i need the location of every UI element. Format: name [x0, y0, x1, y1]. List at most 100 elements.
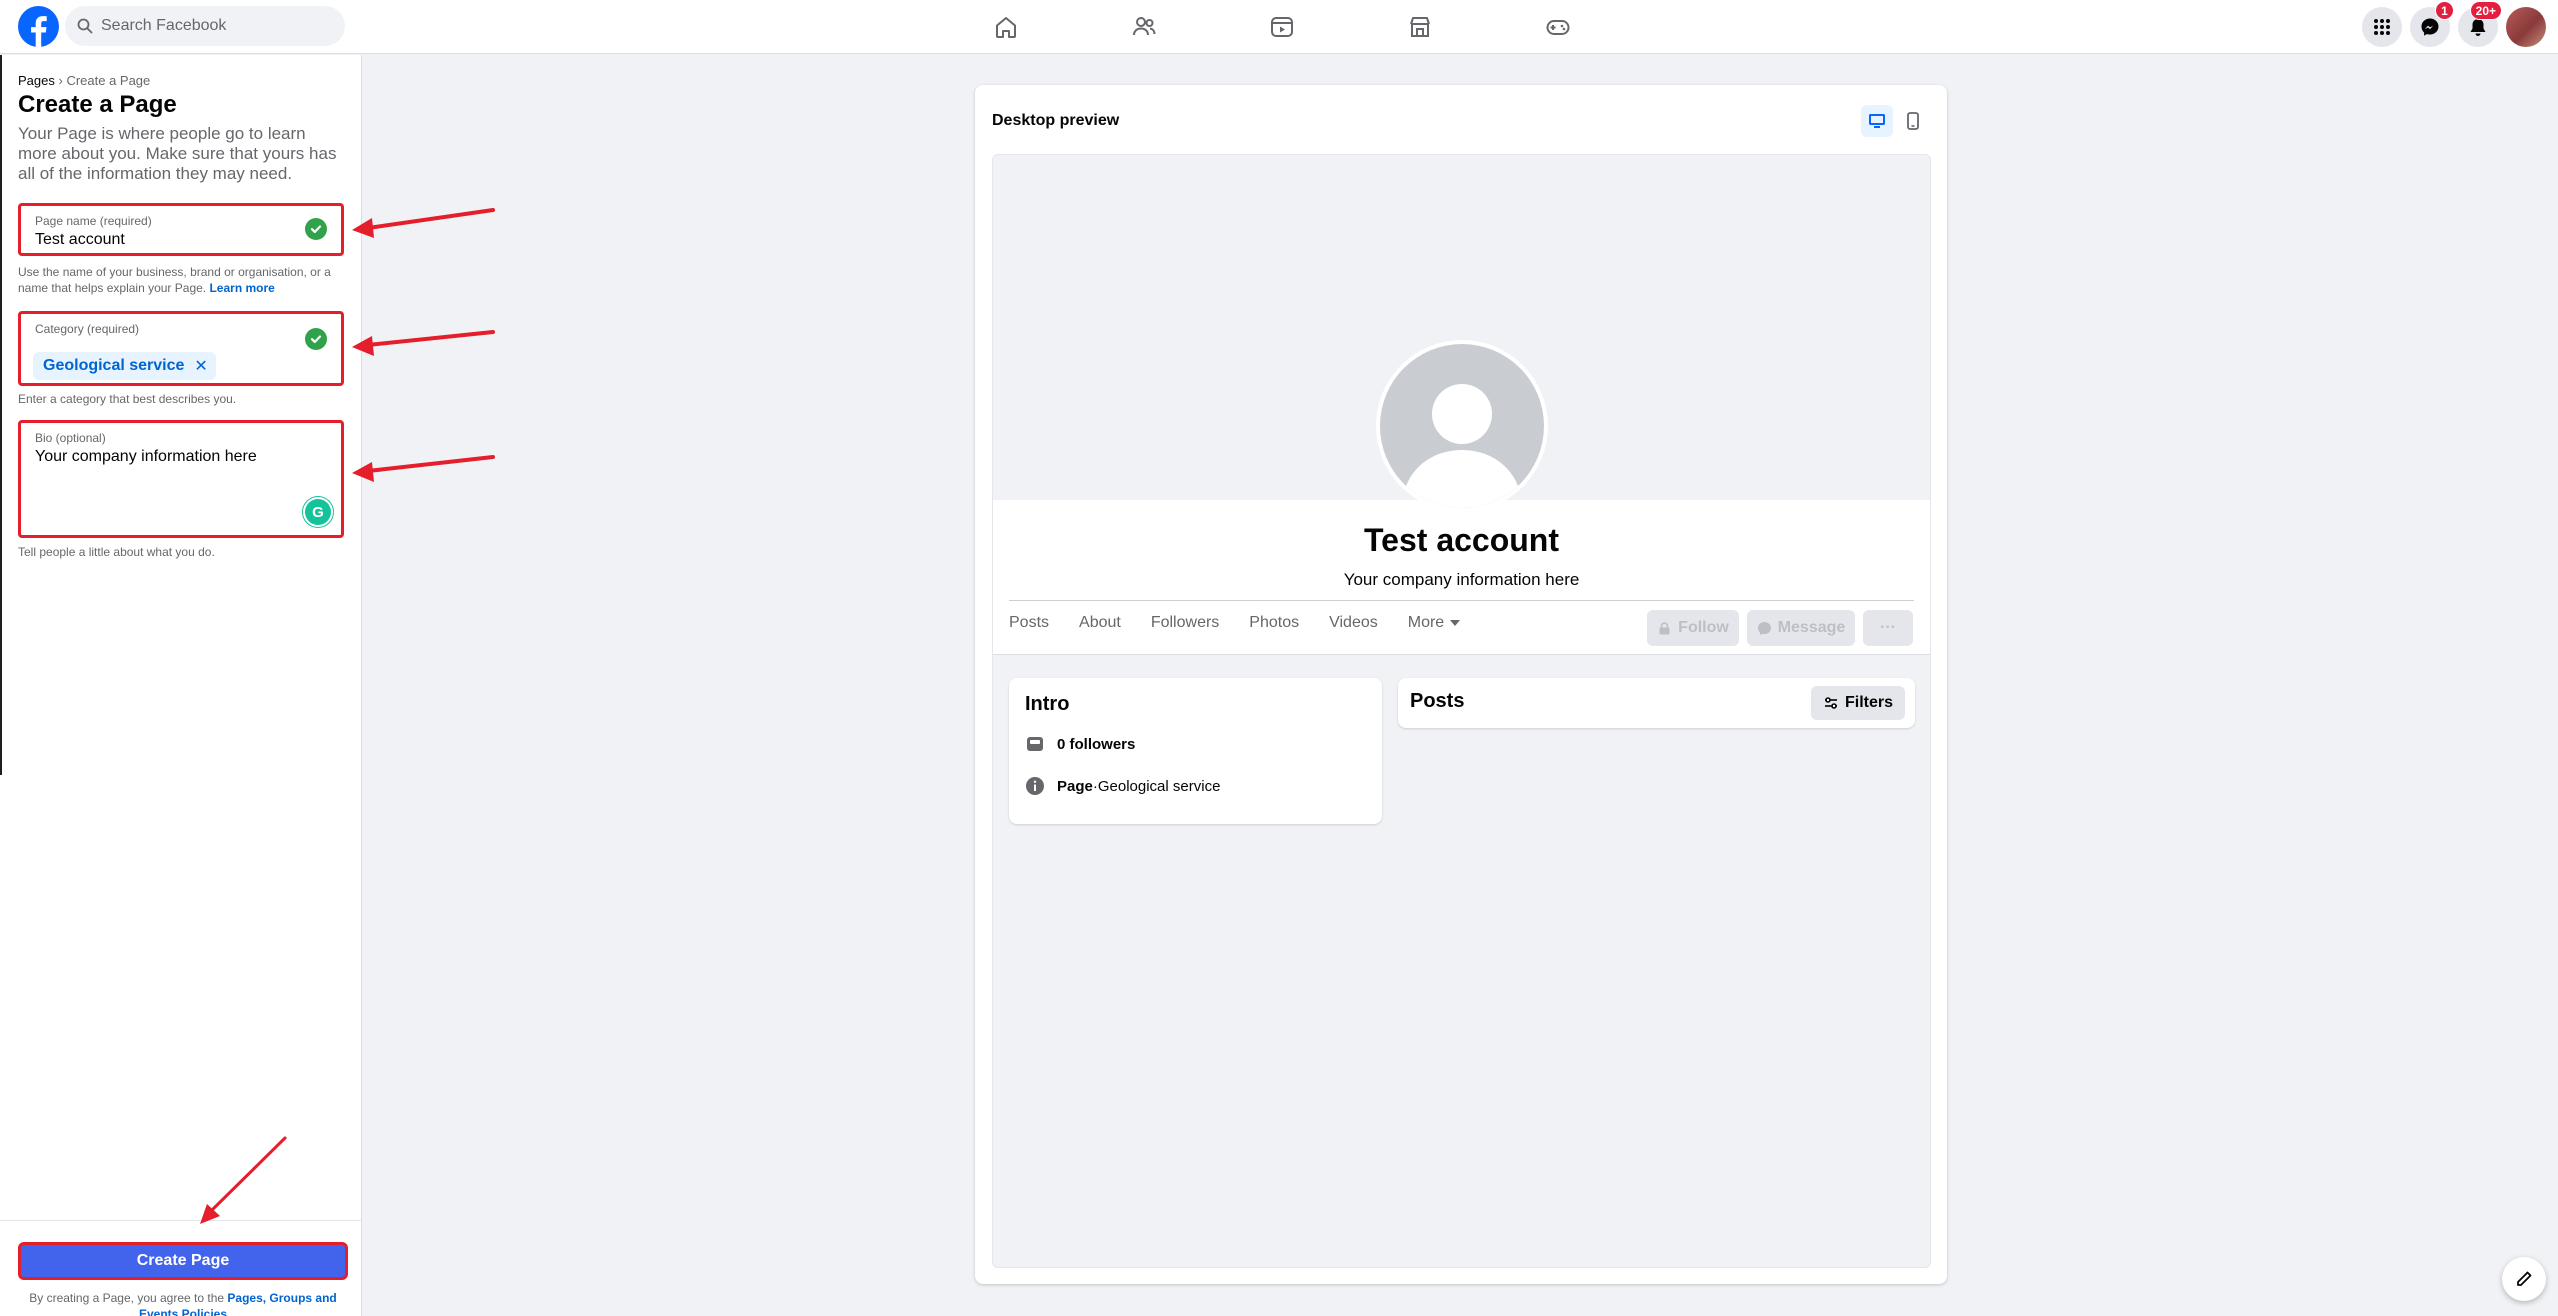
category-field[interactable]: Category (required) Geological service ✕	[18, 311, 344, 386]
edit-icon	[2517, 1271, 2532, 1286]
filters-icon	[1824, 697, 1837, 709]
bell-icon	[2470, 19, 2486, 36]
video-icon	[1271, 17, 1293, 37]
tab-followers[interactable]: Followers	[1151, 614, 1219, 632]
category-label: Category (required)	[35, 322, 140, 336]
category-chip-label: Geological service	[43, 357, 185, 374]
follow-label: Follow	[1678, 619, 1729, 636]
remove-category-button[interactable]: ✕	[194, 356, 207, 376]
intro-card: Intro 0 followers Page · Geological serv…	[1009, 678, 1382, 824]
mobile-icon	[1907, 112, 1919, 130]
posts-title: Posts	[1410, 690, 1465, 712]
messenger-icon	[1757, 621, 1771, 635]
page-name-input[interactable]	[35, 231, 285, 249]
chevron-down-icon	[1450, 620, 1461, 626]
desktop-preview-toggle[interactable]	[1861, 105, 1893, 137]
desktop-preview-card: Desktop preview Test account Your compan…	[975, 85, 1947, 1284]
profile-tabs: Posts About Followers Photos Videos More	[1009, 614, 1490, 632]
profile-header: Test account Your company information he…	[993, 500, 1930, 655]
create-page-panel: Pages › Create a Page Create a Page Your…	[0, 55, 362, 1316]
followers-icon	[1027, 737, 1043, 751]
grammarly-letter: G	[312, 503, 324, 521]
page-name-hint-text: Use the name of your business, brand or …	[18, 265, 331, 295]
check-icon	[310, 335, 322, 344]
header-divider	[1009, 600, 1914, 601]
friends-icon	[1133, 17, 1156, 36]
terms-text: By creating a Page, you agree to the Pag…	[18, 1290, 348, 1316]
breadcrumb-pages-link[interactable]: Pages	[18, 73, 55, 88]
nav-video[interactable]	[1226, 4, 1338, 50]
create-page-button[interactable]: Create Page	[18, 1242, 348, 1280]
window-edge	[0, 55, 2, 775]
arrow-category	[366, 330, 495, 347]
bio-hint: Tell people a little about what you do.	[18, 545, 215, 559]
intro-category: Geological service	[1097, 777, 1221, 795]
new-message-button[interactable]	[2502, 1257, 2546, 1301]
followers-row: 0 followers	[1025, 734, 1135, 754]
nav-friends[interactable]	[1088, 4, 1200, 50]
facebook-logo[interactable]	[18, 6, 59, 47]
page-name-hint: Use the name of your business, brand or …	[18, 264, 344, 296]
tab-more-label: More	[1407, 614, 1445, 631]
category-chip: Geological service ✕	[33, 352, 216, 380]
breadcrumb-current: Create a Page	[66, 73, 151, 88]
default-avatar-icon	[1402, 384, 1522, 508]
page-category-row: Page · Geological service	[1025, 776, 1220, 796]
tab-more[interactable]: More	[1407, 614, 1461, 632]
preview-page-bio: Your company information here	[1343, 570, 1580, 589]
arrow-bio	[366, 455, 495, 473]
search-input[interactable]	[101, 17, 331, 35]
marketplace-icon	[1410, 17, 1430, 37]
messenger-button[interactable]: 1	[2410, 1, 2454, 47]
gaming-icon	[1546, 20, 1570, 35]
filters-label: Filters	[1844, 694, 1893, 711]
create-page-footer: Create Page By creating a Page, you agre…	[0, 1220, 361, 1316]
breadcrumb: Pages › Create a Page	[18, 73, 150, 88]
nav-gaming[interactable]	[1502, 4, 1614, 50]
page-name-label: Page name (required)	[35, 214, 152, 228]
top-navigation-bar: 1 20+	[0, 0, 2558, 54]
terms-prefix: By creating a Page, you agree to the	[29, 1291, 228, 1305]
message-button[interactable]: Message	[1747, 610, 1855, 646]
tab-about[interactable]: About	[1079, 614, 1121, 632]
breadcrumb-separator: ›	[54, 73, 67, 88]
account-avatar[interactable]	[2506, 7, 2546, 47]
profile-picture	[1376, 340, 1548, 512]
page-type-label: Page	[1057, 777, 1093, 795]
follow-button[interactable]: Follow	[1647, 610, 1739, 646]
filters-button[interactable]: Filters	[1810, 686, 1905, 720]
bio-label: Bio (optional)	[35, 431, 106, 445]
category-hint: Enter a category that best describes you…	[18, 392, 237, 406]
learn-more-link[interactable]: Learn more	[209, 281, 274, 295]
nav-home[interactable]	[950, 4, 1062, 50]
more-options-button[interactable]: ···	[1863, 610, 1913, 646]
nav-marketplace[interactable]	[1364, 4, 1476, 50]
menu-button[interactable]	[2362, 7, 2402, 47]
notifications-button[interactable]: 20+	[2458, 1, 2502, 47]
info-icon	[1026, 777, 1044, 795]
tab-posts[interactable]: Posts	[1009, 614, 1049, 632]
page-description: Your Page is where people go to learn mo…	[18, 124, 337, 183]
mobile-preview-toggle[interactable]	[1897, 105, 1929, 137]
search-bar[interactable]	[65, 6, 345, 46]
grammarly-icon[interactable]: G	[305, 499, 331, 525]
home-icon	[996, 17, 1016, 38]
arrow-page-name	[366, 208, 495, 230]
notifications-badge: 20+	[2469, 1, 2502, 20]
search-icon	[77, 18, 93, 34]
bio-field[interactable]: Bio (optional) Your company information …	[18, 420, 344, 538]
bio-textarea[interactable]: Your company information here	[35, 448, 257, 466]
message-label: Message	[1777, 619, 1846, 636]
tab-photos[interactable]: Photos	[1249, 614, 1299, 632]
page-name-field[interactable]: Page name (required)	[18, 203, 344, 256]
messenger-badge: 1	[2435, 1, 2454, 20]
followers-count: 0 followers	[1057, 735, 1136, 753]
lock-icon	[1659, 621, 1670, 634]
tab-videos[interactable]: Videos	[1329, 614, 1378, 632]
preview-title: Desktop preview	[992, 112, 1120, 129]
preview-page-name: Test account	[1364, 522, 1559, 558]
desktop-icon	[1869, 114, 1885, 128]
page-name-valid-check	[305, 218, 327, 240]
preview-frame: Test account Your company information he…	[992, 154, 1931, 1268]
category-valid-check	[305, 328, 327, 350]
